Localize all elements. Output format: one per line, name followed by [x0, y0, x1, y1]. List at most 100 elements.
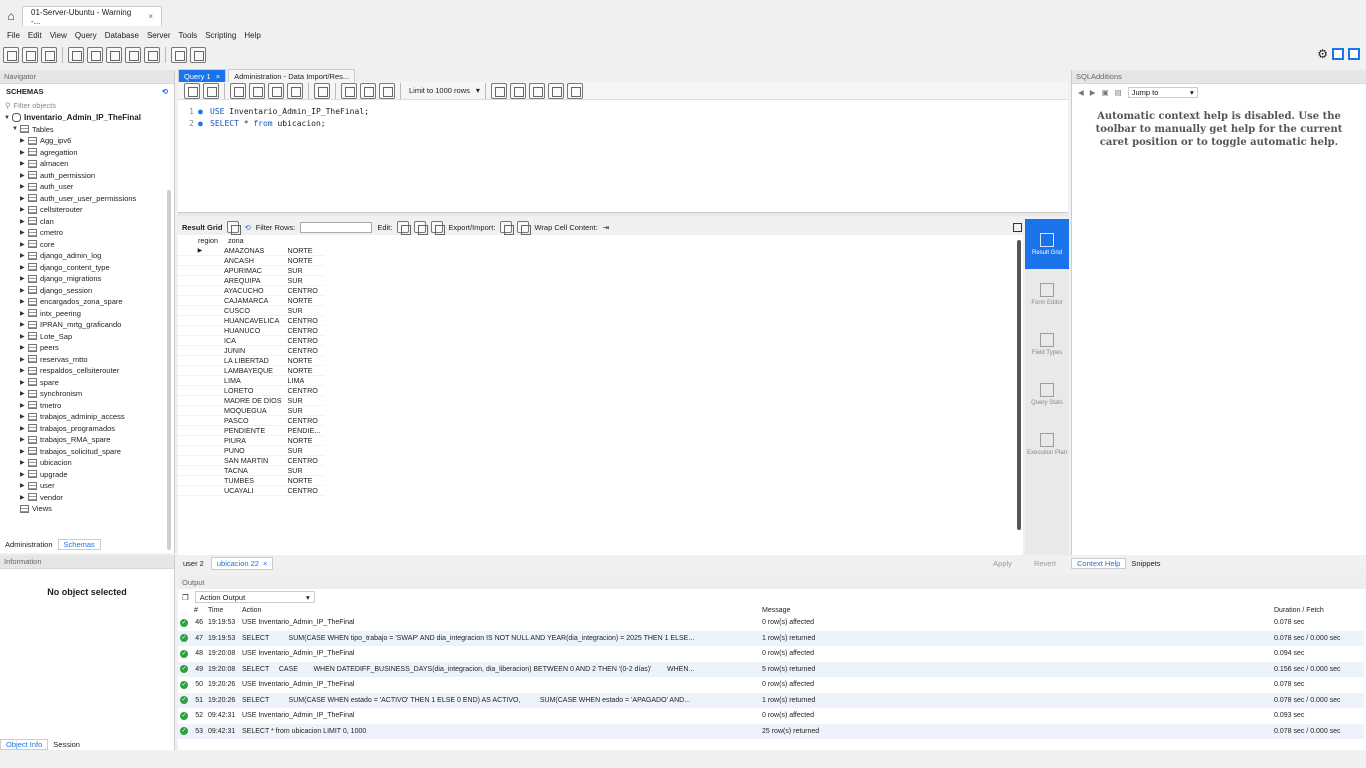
inspector-icon[interactable] — [41, 47, 57, 63]
expand-arrow-icon[interactable]: ▼ — [12, 126, 20, 132]
row-gutter[interactable] — [178, 345, 222, 357]
reconnect-icon[interactable] — [190, 47, 206, 63]
cell-zona[interactable]: SUR — [285, 275, 325, 287]
table-row[interactable]: LA LIBERTAD NORTE — [178, 355, 325, 367]
menu-view[interactable]: View — [46, 31, 71, 40]
table-item[interactable]: ▶ Lote_Sap — [4, 331, 174, 343]
cell-region[interactable]: PUNO — [221, 445, 286, 457]
row-gutter[interactable] — [178, 335, 222, 347]
table-item[interactable]: ▶ django_migrations — [4, 273, 174, 285]
expand-arrow-icon[interactable]: ▶ — [20, 413, 28, 420]
tree-views[interactable]: Views — [4, 503, 174, 515]
open-sql-script-icon[interactable] — [22, 47, 38, 63]
cell-zona[interactable]: NORTE — [285, 435, 325, 447]
table-item[interactable]: ▶ intx_peering — [4, 308, 174, 320]
table-row[interactable]: LAMBAYEQUE NORTE — [178, 365, 325, 377]
grid-scrollbar[interactable] — [1017, 240, 1021, 530]
table-row[interactable]: PIURA NORTE — [178, 435, 325, 447]
cell-zona[interactable]: NORTE — [285, 355, 325, 367]
explain-icon[interactable] — [268, 82, 284, 99]
navigator-scrollbar[interactable] — [167, 190, 171, 550]
execute-icon[interactable] — [230, 82, 246, 99]
table-row[interactable]: HUANUCO CENTRO — [178, 325, 325, 337]
expand-arrow-icon[interactable]: ▶ — [20, 482, 28, 489]
new-sql-tab-icon[interactable] — [3, 47, 19, 63]
cell-zona[interactable]: NORTE — [285, 246, 325, 257]
close-icon[interactable]: × — [216, 72, 220, 81]
expand-arrow-icon[interactable]: ▶ — [20, 195, 28, 202]
cell-region[interactable]: HUANCAVELICA — [221, 315, 286, 327]
expand-arrow-icon[interactable]: ▶ — [20, 137, 28, 144]
cell-zona[interactable]: CENTRO — [285, 485, 325, 497]
menu-scripting[interactable]: Scripting — [201, 31, 240, 40]
expand-arrow-icon[interactable]: ▶ — [20, 471, 28, 478]
table-item[interactable]: ▶ django_admin_log — [4, 250, 174, 262]
expand-arrow-icon[interactable]: ▶ — [20, 344, 28, 351]
rollback-icon[interactable] — [360, 82, 376, 99]
expand-arrow-icon[interactable]: ▶ — [20, 425, 28, 432]
table-item[interactable]: ▶ Agg_ipv6 — [4, 135, 174, 147]
open-file-icon[interactable] — [184, 82, 200, 99]
expand-arrow-icon[interactable]: ▶ — [20, 310, 28, 317]
expand-arrow-icon[interactable]: ▶ — [20, 218, 28, 225]
cell-zona[interactable]: CENTRO — [285, 345, 325, 357]
table-item[interactable]: ▶ peers — [4, 342, 174, 354]
expand-arrow-icon[interactable]: ▶ — [20, 298, 28, 305]
output-row[interactable]: ✓ 46 19:19:53 USE Inventario_Admin_IP_TheFi… — [178, 615, 1364, 631]
cell-region[interactable]: ICA — [221, 335, 286, 347]
tab-administration[interactable]: Administration — [0, 540, 58, 549]
cell-region[interactable]: TACNA — [221, 465, 286, 477]
expand-arrow-icon[interactable]: ▶ — [20, 367, 28, 374]
chevron-down-icon[interactable]: ▾ — [476, 86, 480, 95]
cell-zona[interactable]: CENTRO — [285, 325, 325, 337]
cell-zona[interactable]: CENTRO — [285, 385, 325, 397]
table-row[interactable]: PUNO SUR — [178, 445, 325, 457]
table-item[interactable]: ▶ clan — [4, 216, 174, 228]
tab-session[interactable]: Session — [48, 740, 85, 749]
table-item[interactable]: ▶ django_session — [4, 285, 174, 297]
expand-arrow-icon[interactable]: ▶ — [20, 402, 28, 409]
result-grid-button[interactable]: Result Grid — [1025, 219, 1069, 269]
cell-region[interactable]: APURIMAC — [221, 265, 286, 277]
expand-arrow-icon[interactable]: ▶ — [20, 241, 28, 248]
cell-region[interactable]: LORETO — [221, 385, 286, 397]
expand-arrow-icon[interactable]: ▶ — [20, 459, 28, 466]
create-view-icon[interactable] — [106, 47, 122, 63]
row-gutter[interactable] — [178, 285, 222, 297]
grid-view-icon[interactable] — [227, 221, 242, 235]
tab-snippets[interactable]: Snippets — [1126, 559, 1165, 568]
wrap-lines-icon[interactable] — [566, 82, 583, 99]
cell-zona[interactable]: CENTRO — [285, 335, 325, 347]
beautify-icon[interactable] — [490, 82, 507, 99]
tab-user-2[interactable]: user 2 — [178, 557, 209, 570]
import-icon[interactable] — [517, 221, 532, 235]
table-item[interactable]: ▶ trabajos_solicitud_spare — [4, 446, 174, 458]
row-gutter[interactable] — [178, 445, 222, 457]
expand-arrow-icon[interactable]: ▶ — [20, 356, 28, 363]
cell-region[interactable]: ANCASH — [221, 255, 286, 267]
table-item[interactable]: ▶ auth_user — [4, 181, 174, 193]
cell-region[interactable]: MADRE DE DIOS — [221, 395, 286, 407]
table-row[interactable]: ANCASH NORTE — [178, 255, 325, 267]
jump-to-select[interactable]: Jump to ▾ — [1127, 86, 1198, 98]
table-row[interactable]: ICA CENTRO — [178, 335, 325, 347]
create-table-icon[interactable] — [87, 47, 103, 63]
expand-arrow-icon[interactable]: ▶ — [20, 333, 28, 340]
row-gutter[interactable] — [178, 265, 222, 277]
expand-arrow-icon[interactable]: ▶ — [20, 390, 28, 397]
expand-arrow-icon[interactable]: ▶ — [20, 160, 28, 167]
row-gutter[interactable] — [178, 295, 222, 307]
cell-zona[interactable]: SUR — [285, 465, 325, 477]
table-item[interactable]: ▶ upgrade — [4, 469, 174, 481]
table-item[interactable]: ▶ vendor — [4, 492, 174, 504]
cell-zona[interactable]: CENTRO — [285, 415, 325, 427]
table-row[interactable]: APURIMAC SUR — [178, 265, 325, 277]
table-item[interactable]: ▶ respaldos_cellsiterouter — [4, 365, 174, 377]
cell-region[interactable]: AREQUIPA — [221, 275, 286, 287]
tab-schemas[interactable]: Schemas — [57, 538, 101, 550]
table-row[interactable]: ▶ AMAZONAS NORTE — [178, 246, 325, 257]
expand-arrow-icon[interactable]: ▶ — [20, 287, 28, 294]
table-row[interactable]: AREQUIPA SUR — [178, 275, 325, 287]
cell-zona[interactable]: SUR — [285, 445, 325, 457]
stop-icon[interactable] — [287, 82, 303, 99]
